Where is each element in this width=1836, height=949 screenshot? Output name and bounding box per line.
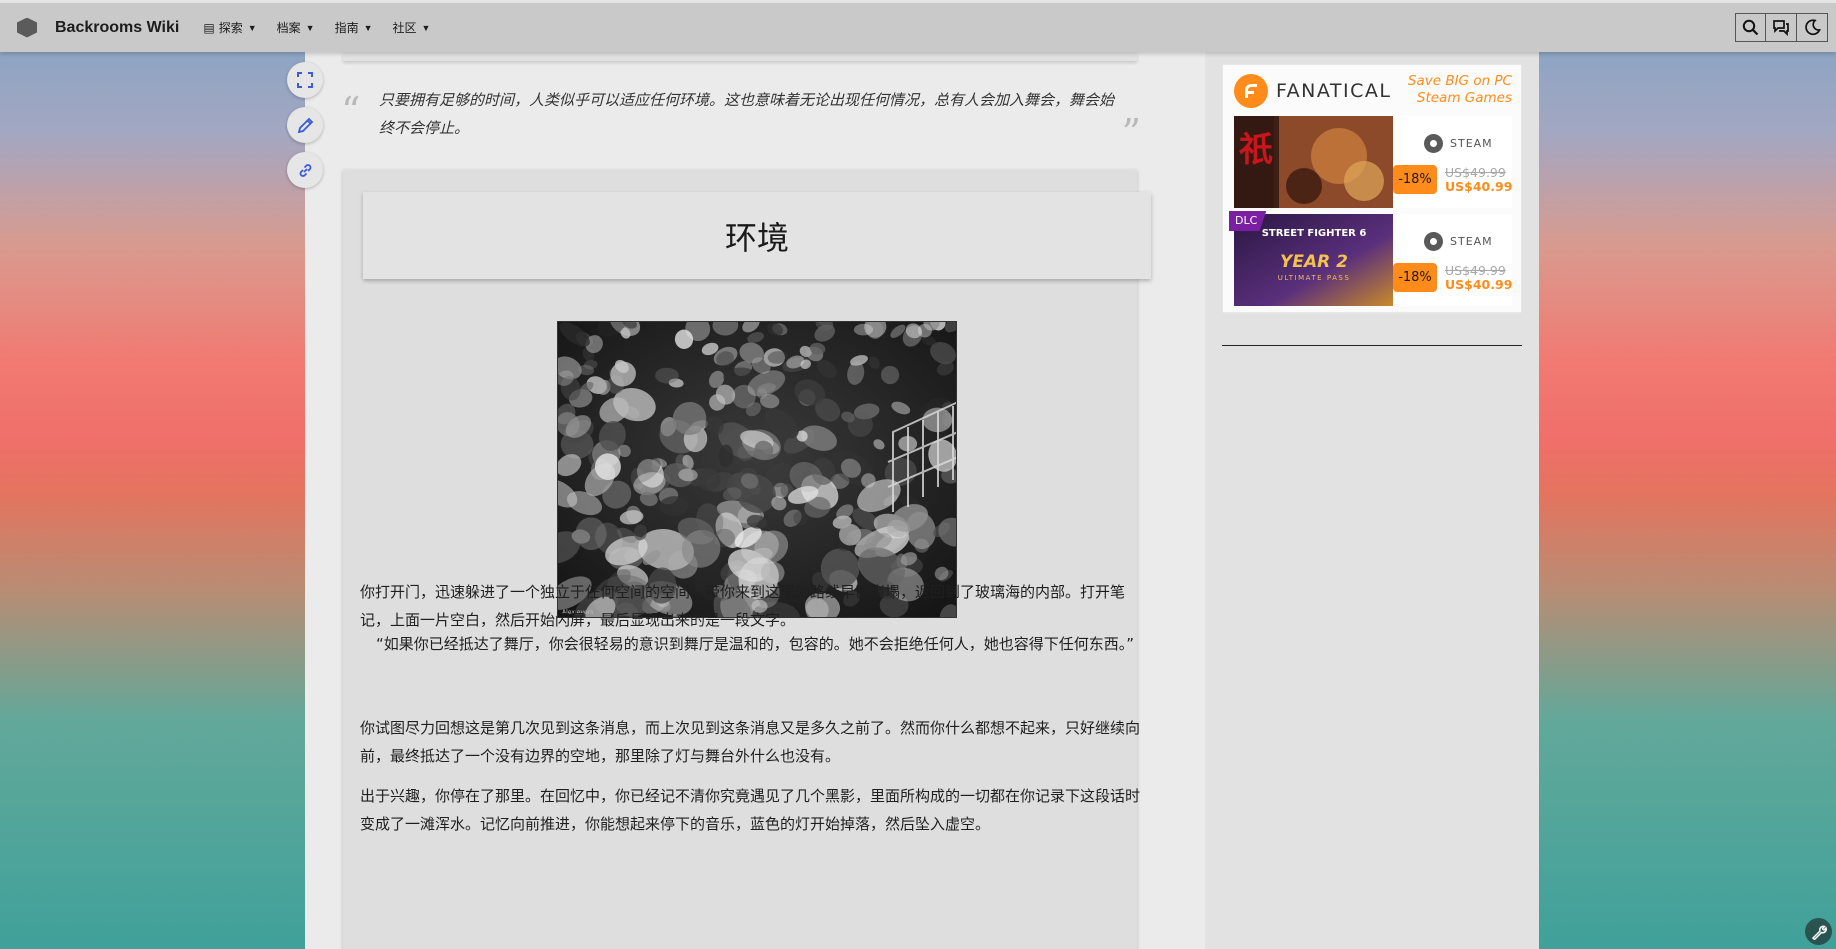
nav-archive[interactable]: 档案 ▼ bbox=[277, 19, 315, 36]
discount-badge: -18% bbox=[1393, 263, 1437, 292]
crowd-photo[interactable]: Alex evers bbox=[557, 321, 957, 618]
site-title[interactable]: Backrooms Wiki bbox=[55, 19, 179, 37]
section-panel: 环境 Alex evers 你打开门，迅速躲进了一个独立于任何空间的空间。带你来… bbox=[343, 170, 1151, 949]
link-icon bbox=[299, 163, 311, 177]
top-navigation-bar: Backrooms Wiki ▤ 探索 ▼ 档案 ▼ 指南 ▼ 社区 ▼ bbox=[0, 0, 1836, 52]
page-options-button[interactable] bbox=[1805, 918, 1832, 945]
section-header: 环境 bbox=[363, 192, 1151, 279]
nav-archive-label: 档案 bbox=[276, 21, 301, 35]
open-quote-icon: “ bbox=[341, 89, 361, 133]
art-title-3: ULTIMATE PASS bbox=[1278, 274, 1351, 282]
ad-tagline: Save BIG on PC Steam Games bbox=[1408, 73, 1512, 107]
caret-down-icon: ▼ bbox=[363, 22, 373, 33]
edit-button[interactable] bbox=[287, 107, 323, 143]
section-title: 环境 bbox=[724, 218, 789, 257]
fanatical-ad[interactable]: FANATICAL Save BIG on PC Steam Games 祇 S… bbox=[1222, 64, 1522, 313]
new-price: US$40.99 bbox=[1445, 179, 1513, 194]
site-logo-icon[interactable] bbox=[17, 17, 37, 38]
epigraph-text: 只要拥有足够的时间，人类似乎可以适应任何环境。这也意味着无论出现任何情况，总有人… bbox=[379, 91, 1115, 137]
caret-down-icon: ▼ bbox=[247, 22, 257, 33]
article-column: “ 只要拥有足够的时间，人类似乎可以适应任何环境。这也意味着无论出现任何情况，总… bbox=[287, 52, 1205, 949]
deal-card[interactable]: 祇 STEAM -18% US$49.99 US$40.99 bbox=[1234, 116, 1512, 208]
paragraph-3: 你试图尽力回想这是第几次见到这条消息，而上次见到这条消息又是多久之前了。然而你什… bbox=[360, 719, 1141, 765]
close-quote-icon: ” bbox=[1121, 111, 1141, 155]
wrench-icon bbox=[1811, 925, 1827, 940]
caret-down-icon: ▼ bbox=[305, 22, 315, 33]
caret-down-icon: ▼ bbox=[421, 22, 431, 33]
svg-text:祇: 祇 bbox=[1239, 130, 1273, 170]
nav-explore[interactable]: ▤ 探索 ▼ bbox=[203, 19, 256, 36]
game-cover-image: 祇 bbox=[1234, 116, 1393, 208]
ad-brand: FANATICAL bbox=[1276, 80, 1392, 102]
deal-store-label: STEAM bbox=[1450, 235, 1493, 248]
deal-card[interactable]: STREET FIGHTER 6 YEAR 2 ULTIMATE PASS DL… bbox=[1229, 211, 1513, 306]
nav-guide[interactable]: 指南 ▼ bbox=[335, 19, 373, 36]
discussion-button[interactable] bbox=[1766, 13, 1797, 42]
search-icon bbox=[1742, 19, 1759, 36]
book-icon: ▤ bbox=[203, 20, 215, 35]
quoted-message: “如果你已经抵达了舞厅，你会很轻易的意识到舞厅是温和的，包容的。她不会拒绝任何人… bbox=[375, 635, 1135, 653]
new-price: US$40.99 bbox=[1445, 277, 1513, 292]
old-price: US$49.99 bbox=[1445, 165, 1506, 180]
search-button[interactable] bbox=[1735, 13, 1766, 42]
nav-explore-label: 探索 bbox=[218, 21, 243, 35]
nav-guide-label: 指南 bbox=[334, 21, 359, 35]
deal-store: STEAM bbox=[1424, 232, 1493, 251]
old-price: US$49.99 bbox=[1445, 263, 1506, 278]
nav-community[interactable]: 社区 ▼ bbox=[393, 19, 431, 36]
ad-tagline-line-1: Save BIG on PC bbox=[1407, 73, 1512, 89]
deal-store-label: STEAM bbox=[1450, 137, 1493, 150]
expand-icon bbox=[297, 72, 313, 88]
fullscreen-button[interactable] bbox=[287, 62, 323, 98]
link-button[interactable] bbox=[287, 152, 323, 188]
dark-mode-button[interactable] bbox=[1797, 13, 1828, 42]
steam-icon bbox=[1424, 232, 1443, 251]
art-title-1: STREET FIGHTER 6 bbox=[1262, 228, 1367, 239]
top-actions bbox=[1735, 13, 1828, 42]
right-sidebar: FANATICAL Save BIG on PC Steam Games 祇 S… bbox=[1205, 52, 1539, 949]
ad-tagline-line-2: Steam Games bbox=[1416, 90, 1512, 106]
pencil-icon bbox=[297, 117, 313, 133]
moon-icon bbox=[1804, 19, 1821, 36]
art-title-2: YEAR 2 bbox=[1280, 252, 1348, 272]
paragraph-4: 出于兴趣，你停在了那里。在回忆中，你已经记不清你究竟遇见了几个黑影，里面所构成的… bbox=[360, 787, 1141, 833]
chat-icon bbox=[1773, 20, 1789, 36]
paragraph-1: 你打开门，迅速躲进了一个独立于任何空间的空间。带你来到这里的路线早已崩塌，返回到… bbox=[360, 583, 1126, 629]
ad-header: FANATICAL Save BIG on PC Steam Games bbox=[1234, 73, 1512, 109]
fanatical-logo-icon bbox=[1234, 74, 1268, 108]
epigraph-quote: “ 只要拥有足够的时间，人类似乎可以适应任何环境。这也意味着无论出现任何情况，总… bbox=[341, 84, 1141, 164]
nav-community-label: 社区 bbox=[392, 21, 417, 35]
sidebar-divider bbox=[1222, 345, 1522, 346]
discount-badge: -18% bbox=[1393, 165, 1437, 194]
previous-section-edge bbox=[343, 52, 1137, 61]
deal-store: STEAM bbox=[1424, 134, 1493, 153]
steam-icon bbox=[1424, 134, 1443, 153]
crowd-photo-image bbox=[558, 322, 956, 617]
page-tools bbox=[287, 62, 323, 197]
